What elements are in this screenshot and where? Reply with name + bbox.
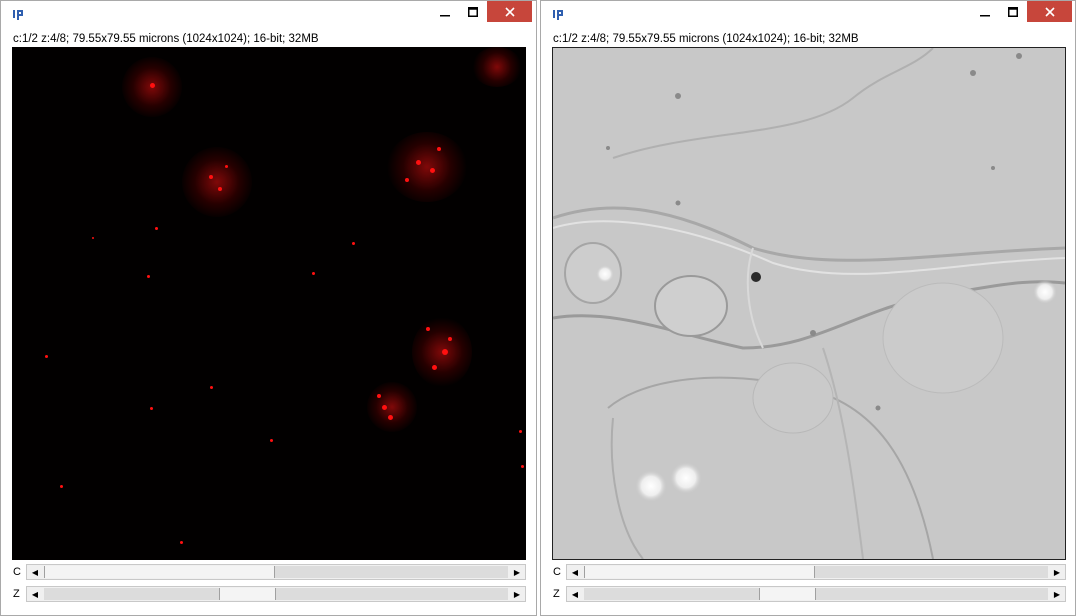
z-scrollbar[interactable]: ◀ ▶	[26, 586, 526, 602]
scrollbar-track[interactable]	[44, 588, 508, 600]
z-scrollbar[interactable]: ◀ ▶	[566, 586, 1066, 602]
scrollbar-track[interactable]	[44, 566, 508, 578]
fluorescent-spot	[155, 227, 158, 230]
slider-label-z: Z	[13, 588, 20, 600]
slider-label-c: C	[13, 566, 21, 578]
arrow-left-icon[interactable]: ◀	[567, 565, 583, 579]
fluorescent-spot	[60, 485, 63, 488]
arrow-right-icon[interactable]: ▶	[509, 565, 525, 579]
fluorescent-spot	[45, 355, 48, 358]
maximize-icon	[467, 6, 478, 17]
arrow-left-icon[interactable]: ◀	[27, 565, 43, 579]
title-bar[interactable]	[1, 1, 536, 29]
fluorescent-spot	[377, 394, 381, 398]
fluorescent-spot	[405, 178, 409, 182]
cell-cluster	[387, 132, 467, 202]
scrollbar-thumb[interactable]	[759, 588, 816, 600]
slider-label-z: Z	[553, 588, 560, 600]
fluorescent-spot	[442, 349, 448, 355]
fluorescent-spot	[150, 83, 155, 88]
cell-cluster	[182, 147, 252, 217]
scrollbar-track[interactable]	[584, 588, 1048, 600]
arrow-right-icon[interactable]: ▶	[1049, 565, 1065, 579]
scrollbar-thumb[interactable]	[219, 588, 276, 600]
slider-label-c: C	[553, 566, 561, 578]
minimize-button[interactable]	[971, 1, 998, 22]
z-slider-row: Z ◀ ▶	[541, 586, 1075, 604]
maximize-button[interactable]	[999, 1, 1026, 22]
fluorescent-spot	[218, 187, 222, 191]
title-bar[interactable]	[541, 1, 1075, 29]
fluorescent-spot	[210, 386, 213, 389]
close-icon	[1044, 6, 1055, 17]
z-slider-row: Z ◀ ▶	[1, 586, 536, 604]
minimize-icon	[439, 14, 450, 16]
scrollbar-thumb[interactable]	[584, 566, 815, 578]
minimize-button[interactable]	[431, 1, 458, 22]
fluorescent-spot	[209, 175, 213, 179]
maximize-button[interactable]	[459, 1, 486, 22]
fluorescent-spot	[225, 165, 228, 168]
channel-slider-row: C ◀ ▶	[1, 564, 536, 582]
image-window-fluorescence[interactable]: c:1/2 z:4/8; 79.55x79.55 microns (1024x1…	[0, 0, 537, 616]
fluorescent-spot	[437, 147, 441, 151]
fluorescent-spot	[180, 541, 183, 544]
fluorescent-spot	[519, 430, 522, 433]
arrow-right-icon[interactable]: ▶	[509, 587, 525, 601]
minimize-icon	[979, 14, 990, 16]
fluorescent-spot	[147, 275, 150, 278]
close-button[interactable]	[487, 1, 532, 22]
scrollbar-track[interactable]	[584, 566, 1048, 578]
fluorescent-spot	[448, 337, 452, 341]
scrollbar-thumb[interactable]	[44, 566, 275, 578]
arrow-left-icon[interactable]: ◀	[567, 587, 583, 601]
channel-scrollbar[interactable]: ◀ ▶	[26, 564, 526, 580]
fluorescent-spot	[388, 415, 393, 420]
brightfield-cells-picture	[553, 48, 1065, 559]
image-info: c:1/2 z:4/8; 79.55x79.55 microns (1024x1…	[13, 33, 319, 45]
cell-cluster	[367, 382, 417, 432]
fluorescent-spot	[92, 237, 94, 239]
fluorescent-spot	[150, 407, 153, 410]
channel-scrollbar[interactable]: ◀ ▶	[566, 564, 1066, 580]
fluorescent-spot	[430, 168, 435, 173]
fluorescent-spot	[426, 327, 430, 331]
channel-slider-row: C ◀ ▶	[541, 564, 1075, 582]
imagej-icon	[551, 8, 565, 22]
cell-cluster	[472, 47, 522, 87]
fluorescent-spot	[382, 405, 387, 410]
image-canvas-brightfield[interactable]	[552, 47, 1066, 560]
close-icon	[504, 6, 515, 17]
close-button[interactable]	[1027, 1, 1072, 22]
image-info: c:1/2 z:4/8; 79.55x79.55 microns (1024x1…	[553, 33, 859, 45]
arrow-right-icon[interactable]: ▶	[1049, 587, 1065, 601]
imagej-icon	[11, 8, 25, 22]
arrow-left-icon[interactable]: ◀	[27, 587, 43, 601]
fluorescent-spot	[352, 242, 355, 245]
fluorescent-spot	[432, 365, 437, 370]
fluorescent-spot	[312, 272, 315, 275]
image-canvas-fluorescence[interactable]	[12, 47, 526, 560]
fluorescent-spot	[521, 465, 524, 468]
fluorescent-spot	[416, 160, 421, 165]
maximize-icon	[1007, 6, 1018, 17]
fluorescent-spot	[270, 439, 273, 442]
image-window-brightfield[interactable]: c:1/2 z:4/8; 79.55x79.55 microns (1024x1…	[540, 0, 1076, 616]
